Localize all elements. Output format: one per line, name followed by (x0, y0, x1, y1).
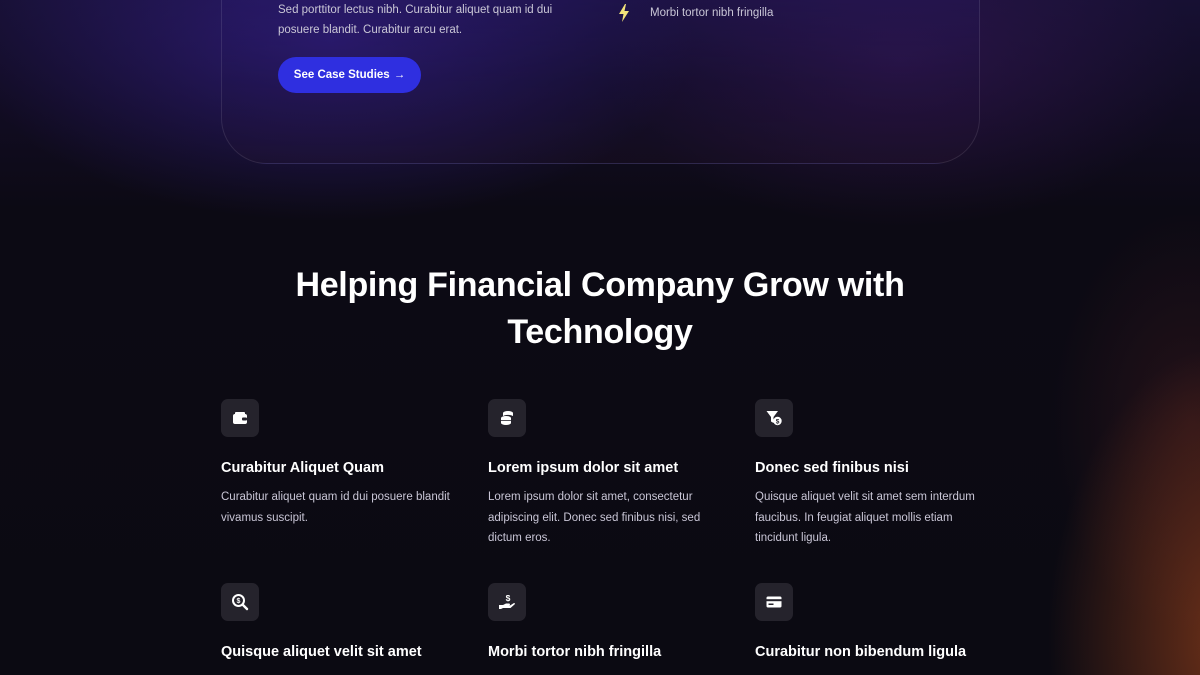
feature-card-5: $ Morbi tortor nibh fringilla (488, 583, 728, 671)
feature-title: Morbi tortor nibh fringilla (488, 644, 662, 660)
feature-card-1: Curabitur Aliquet Quam Curabitur aliquet… (221, 399, 461, 528)
feature-title: Lorem ipsum dolor sit amet (488, 460, 679, 476)
svg-text:$: $ (237, 598, 241, 605)
feature-card-4: $ Quisque aliquet velit sit amet (221, 583, 461, 671)
see-case-studies-button[interactable]: See Case Studies → (278, 57, 421, 93)
feature-description: Curabitur aliquet quam id dui posuere bl… (221, 491, 450, 524)
svg-text:$: $ (506, 593, 511, 603)
feature-title: Curabitur Aliquet Quam (221, 460, 384, 476)
hero-description: Sed porttitor lectus nibh. Curabitur ali… (278, 4, 553, 36)
svg-text:$: $ (776, 419, 780, 426)
filter-dollar-icon: $ (755, 399, 793, 437)
hand-dollar-icon: $ (488, 583, 526, 621)
wallet-icon (221, 399, 259, 437)
feature-title: Donec sed finibus nisi (755, 460, 909, 476)
arrow-right-icon: → (393, 69, 406, 81)
credit-card-icon (755, 583, 793, 621)
section-title: Helping Financial Company Grow with Tech… (200, 262, 1000, 356)
feature-card-6: Curabitur non bibendum ligula (755, 583, 995, 671)
coins-icon (488, 399, 526, 437)
bolt-icon (616, 3, 632, 23)
section-title-line-1: Helping Financial Company Grow with (295, 266, 905, 304)
feature-description: Quisque aliquet velit sit amet sem inter… (755, 491, 975, 544)
page: Sed porttitor lectus nibh. Curabitur ali… (0, 0, 1200, 675)
hero-feature-label: Morbi tortor nibh fringilla (650, 7, 774, 19)
section-title-line-2: Technology (507, 313, 693, 351)
feature-title: Quisque aliquet velit sit amet (221, 644, 422, 660)
feature-card-2: Lorem ipsum dolor sit amet Lorem ipsum d… (488, 399, 714, 549)
feature-card-3: $ Donec sed finibus nisi Quisque aliquet… (755, 399, 985, 549)
feature-title: Curabitur non bibendum ligula (755, 644, 967, 660)
see-case-studies-label: See Case Studies (293, 69, 390, 81)
search-dollar-icon: $ (221, 583, 259, 621)
feature-description: Lorem ipsum dolor sit amet, consectetur … (488, 491, 701, 544)
hero-feature-item: Morbi tortor nibh fringilla (616, 3, 773, 23)
